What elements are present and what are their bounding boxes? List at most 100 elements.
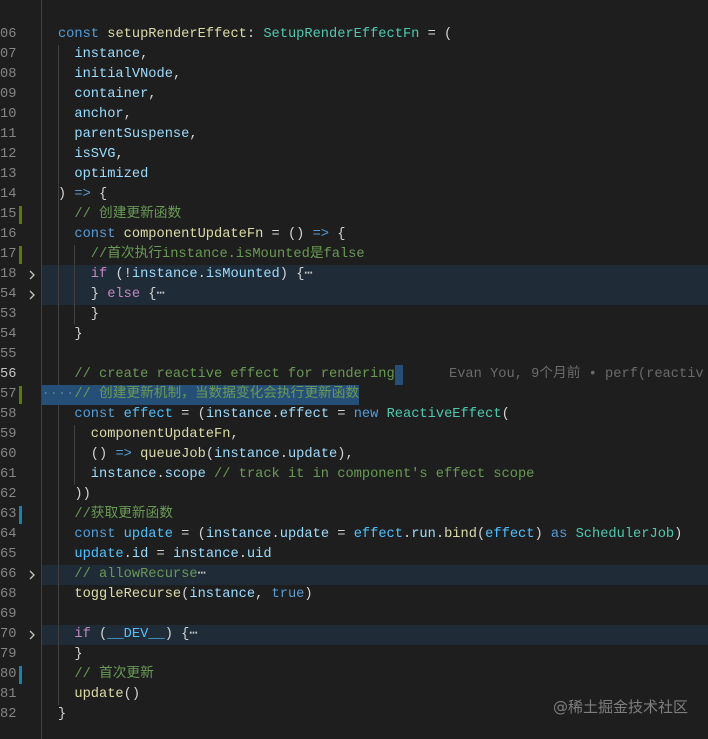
fold-chevron-icon[interactable] [24,267,40,283]
code-line[interactable]: 60 () => queueJob(instance.update), [0,445,708,465]
git-modified-bar[interactable] [19,506,22,524]
line-number[interactable]: 59 [0,425,16,445]
line-number[interactable]: 60 [0,445,16,465]
code-line[interactable]: 15 // 创建更新函数 [0,205,708,225]
code-line[interactable]: 79 } [0,645,708,665]
line-number[interactable]: 18 [0,265,16,285]
code-line[interactable]: 69 [0,605,708,625]
code-line[interactable]: 61 instance.scope // track it in compone… [0,465,708,485]
line-number[interactable]: 54 [0,325,16,345]
line-number[interactable]: 81 [0,685,16,705]
code-text: optimized [42,165,148,185]
code-token: ( [90,627,108,642]
code-line[interactable]: 16 const componentUpdateFn = () => { [0,225,708,245]
git-added-bar[interactable] [19,246,22,264]
code-line[interactable]: 58 const effect = (instance.effect = new… [0,405,708,425]
line-number[interactable]: 82 [0,705,16,725]
code-text: isSVG, [42,145,123,165]
line-number[interactable]: 11 [0,125,16,145]
line-number[interactable]: 12 [0,145,16,165]
code-line[interactable]: 70 if (__DEV__) {⋯ [0,625,708,645]
code-line[interactable] [0,5,708,25]
line-number[interactable]: 70 [0,625,16,645]
fold-chevron-icon[interactable] [24,627,40,643]
code-line[interactable]: 66 // allowRecurse⋯ [0,565,708,585]
line-number[interactable]: 57 [0,385,16,405]
code-line[interactable]: 68 toggleRecurse(instance, true) [0,585,708,605]
line-number[interactable]: 69 [0,605,16,625]
code-line[interactable]: 54 } [0,325,708,345]
line-number[interactable]: 16 [0,225,16,245]
line-number[interactable]: 62 [0,485,16,505]
fold-ellipsis[interactable]: ⋯ [157,287,165,302]
line-number[interactable]: 61 [0,465,16,485]
code-token: ) [674,527,683,542]
code-line[interactable]: 80 // 首次更新 [0,665,708,685]
code-line[interactable]: 11 parentSuspense, [0,125,708,145]
git-added-bar[interactable] [19,206,22,224]
code-text: parentSuspense, [42,125,197,145]
code-token: ) [304,587,313,602]
code-token: = ( [172,407,206,422]
code-line[interactable]: 62 )) [0,485,708,505]
line-number[interactable]: 53 [0,305,16,325]
code-line[interactable]: 08 initialVNode, [0,65,708,85]
git-modified-bar[interactable] [19,666,22,684]
code-editor[interactable]: } 06 const setupRenderEffect: SetupRender… [0,0,708,739]
fold-ellipsis[interactable]: ⋯ [198,567,206,582]
line-number[interactable]: 14 [0,185,16,205]
line-number[interactable]: 15 [0,205,16,225]
line-number[interactable]: 55 [0,345,16,365]
fold-ellipsis[interactable]: ⋯ [304,267,312,282]
line-number[interactable]: 09 [0,85,16,105]
code-text: container, [42,85,156,105]
line-number[interactable]: 54 [0,285,16,305]
code-line[interactable]: 54 } else {⋯ [0,285,708,305]
code-token: } [41,647,83,662]
code-line[interactable]: 10 anchor, [0,105,708,125]
code-line[interactable]: 64 const update = (instance.update = eff… [0,525,708,545]
code-line[interactable]: 14 ) => { [0,185,708,205]
line-number[interactable]: 79 [0,645,16,665]
git-added-bar[interactable] [19,386,22,404]
line-number[interactable]: 65 [0,545,16,565]
line-number[interactable]: 56 [0,365,16,385]
line-number[interactable]: 68 [0,585,16,605]
code-text: const update = (instance.update = effect… [42,525,683,545]
code-line[interactable]: 59 componentUpdateFn, [0,425,708,445]
line-number[interactable]: 17 [0,245,16,265]
code-line[interactable]: 13 optimized [0,165,708,185]
code-token: } [41,307,99,322]
code-line[interactable]: 55 [0,345,708,365]
code-line[interactable]: 57 ····// 创建更新机制，当数据变化会执行更新函数 [0,385,708,405]
line-number[interactable]: 80 [0,665,16,685]
line-number[interactable]: 07 [0,45,16,65]
line-number[interactable]: 06 [0,25,16,45]
line-number[interactable]: 63 [0,505,16,525]
chevron-right-icon [29,570,35,580]
code-token: . [271,407,280,422]
code-line[interactable]: 07 instance, [0,45,708,65]
code-token: instance [189,587,256,602]
code-line[interactable]: 18 if (!instance.isMounted) {⋯ [0,265,708,285]
code-line[interactable]: 63 //获取更新函数 [0,505,708,525]
code-text: // allowRecurse⋯ [42,565,206,585]
code-line[interactable]: 06 const setupRenderEffect: SetupRenderE… [0,25,708,45]
line-number[interactable]: 66 [0,565,16,585]
line-number[interactable]: 13 [0,165,16,185]
line-number[interactable]: 64 [0,525,16,545]
fold-chevron-icon[interactable] [24,287,40,303]
fold-chevron-icon[interactable] [24,567,40,583]
code-line[interactable]: 65 update.id = instance.uid [0,545,708,565]
code-line[interactable]: 12 isSVG, [0,145,708,165]
code-line[interactable]: 09 container, [0,85,708,105]
fold-ellipsis[interactable]: ⋯ [189,627,197,642]
code-line[interactable]: 17 //首次执行instance.isMounted是false [0,245,708,265]
code-line[interactable]: 53 } [0,305,708,325]
line-number[interactable]: 10 [0,105,16,125]
line-number[interactable]: 58 [0,405,16,425]
code-line[interactable]: 56 // create reactive effect for renderi… [0,365,708,385]
code-token: = [329,407,354,422]
line-number[interactable]: 08 [0,65,16,85]
